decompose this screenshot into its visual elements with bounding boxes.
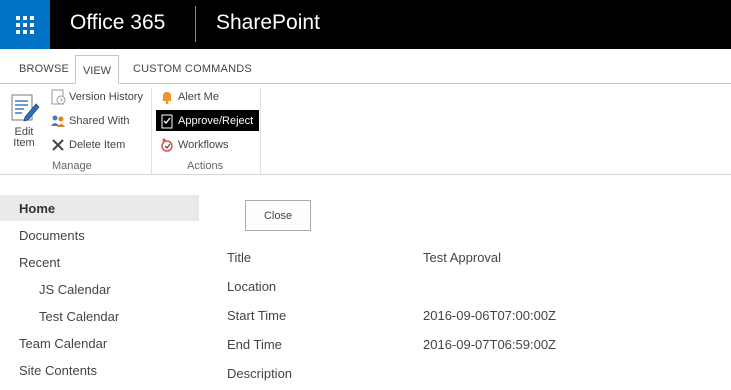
version-history-button[interactable]: Version History [50,87,143,107]
nav-item-team-calendar[interactable]: Team Calendar [19,336,107,351]
delete-item-label: Delete Item [69,139,126,151]
delete-item-button[interactable]: Delete Item [50,135,125,155]
shared-with-button[interactable]: Shared With [50,111,130,131]
nav-item-documents[interactable]: Documents [19,228,85,243]
shared-with-icon [50,113,66,129]
delete-icon [50,137,66,153]
edit-item-button[interactable]: Edit Item [8,92,40,152]
manage-group-label: Manage [52,160,92,172]
ribbon-group-divider [151,88,152,174]
alert-bell-icon [159,89,175,105]
workflows-label: Workflows [178,139,229,151]
close-button[interactable]: Close [245,200,311,231]
field-label-end-time: End Time [227,337,282,352]
app-title[interactable]: SharePoint [216,11,320,35]
suite-divider [195,6,196,42]
workflows-icon [159,137,175,153]
ribbon-group-divider [260,88,261,174]
version-history-label: Version History [69,91,143,103]
nav-item-site-contents[interactable]: Site Contents [19,363,97,378]
actions-group-label: Actions [187,160,224,172]
nav-item-test-calendar[interactable]: Test Calendar [39,309,119,324]
tab-custom-commands[interactable]: CUSTOM COMMANDS [133,63,252,75]
field-value-title: Test Approval [423,250,502,265]
edit-item-label-line2: Item [13,137,35,149]
field-label-location: Location [227,279,277,294]
app-launcher-icon [16,15,34,34]
field-value-start-time: 2016-09-06T07:00:00Z [423,308,556,323]
version-history-icon [50,89,66,105]
nav-item-home[interactable]: Home [19,201,55,216]
ribbon-bottom-border [0,174,731,175]
approve-reject-button[interactable]: Approve/Reject [156,110,260,131]
field-label-title: Title [227,250,252,265]
alert-me-button[interactable]: Alert Me [159,87,219,107]
tab-view[interactable]: VIEW [75,55,119,84]
office-365-brand[interactable]: Office 365 [70,11,165,35]
app-launcher-button[interactable] [0,0,50,49]
field-label-start-time: Start Time [227,308,287,323]
nav-item-js-calendar[interactable]: JS Calendar [39,282,111,297]
field-value-end-time: 2016-09-07T06:59:00Z [423,337,556,352]
edit-item-icon [11,94,40,122]
shared-with-label: Shared With [69,115,130,127]
nav-item-recent[interactable]: Recent [19,255,60,270]
alert-me-label: Alert Me [178,91,219,103]
tab-browse[interactable]: BROWSE [19,63,69,75]
workflows-button[interactable]: Workflows [159,135,229,155]
approve-reject-icon [159,113,175,129]
approve-reject-label: Approve/Reject [178,114,254,127]
field-label-description: Description [227,366,293,381]
